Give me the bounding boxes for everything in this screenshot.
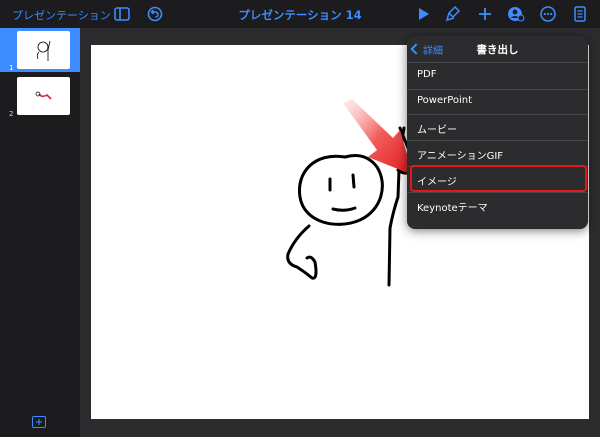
slide-thumbnail-2[interactable]: 2: [0, 74, 80, 118]
export-popover: 詳細 書き出し PDF PowerPoint ムービー アニメーションGIF イ…: [407, 36, 588, 229]
highlight-annotation-box: [410, 165, 587, 192]
undo-icon[interactable]: [146, 5, 164, 23]
presentations-back-link[interactable]: プレゼンテーション: [12, 7, 111, 23]
export-pdf-item[interactable]: PDF: [407, 63, 588, 89]
back-label: 詳細: [423, 46, 443, 57]
paintbrush-icon[interactable]: [444, 5, 462, 23]
slide-number: 1: [9, 64, 14, 72]
top-toolbar: プレゼンテーション プレゼンテーション 14: [0, 0, 600, 28]
slide-thumbnail-1[interactable]: 1: [0, 28, 80, 72]
sidebar-icon[interactable]: [113, 5, 131, 23]
slide-preview: [17, 77, 70, 115]
plus-icon[interactable]: [476, 5, 494, 23]
back-to-more-button[interactable]: 詳細: [410, 42, 443, 57]
add-slide-icon[interactable]: [32, 416, 46, 428]
popover-header: 詳細 書き出し: [407, 36, 588, 62]
menu-item-label: ムービー: [417, 125, 457, 136]
menu-item-label: PowerPoint: [417, 95, 473, 106]
export-keynote-theme-item[interactable]: Keynoteテーマ: [407, 193, 588, 219]
collaborate-icon[interactable]: [507, 5, 525, 23]
menu-item-label: アニメーションGIF: [417, 151, 504, 162]
slide-number: 2: [9, 110, 14, 118]
menu-item-label: Keynoteテーマ: [417, 203, 488, 214]
menu-item-label: PDF: [417, 69, 437, 80]
slide-navigator: 1 2: [0, 28, 80, 437]
document-title[interactable]: プレゼンテーション 14: [238, 8, 361, 22]
export-powerpoint-item[interactable]: PowerPoint: [407, 89, 588, 115]
export-animated-gif-item[interactable]: アニメーションGIF: [407, 141, 588, 167]
export-movie-item[interactable]: ムービー: [407, 115, 588, 141]
slide-preview: [17, 31, 70, 69]
chevron-left-icon: [410, 43, 422, 55]
play-icon[interactable]: [414, 5, 432, 23]
document-icon[interactable]: [571, 5, 589, 23]
more-icon[interactable]: [539, 5, 557, 23]
